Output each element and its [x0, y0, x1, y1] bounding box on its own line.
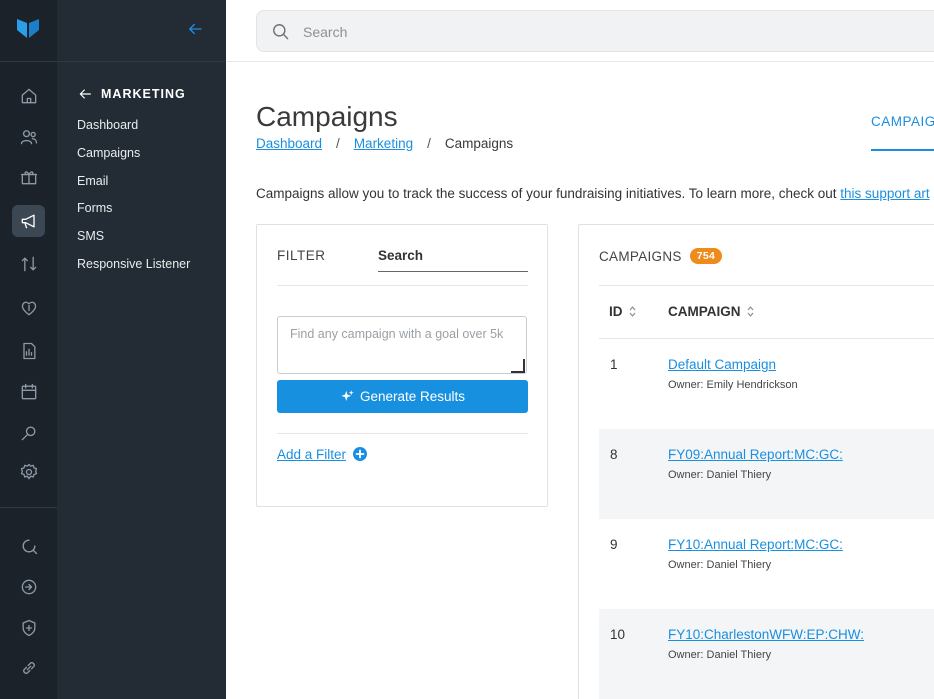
subnav-item-dashboard[interactable]: Dashboard — [77, 115, 190, 143]
icon-rail — [0, 0, 57, 699]
generate-results-button[interactable]: Generate Results — [277, 380, 528, 413]
breadcrumb-separator: / — [336, 136, 340, 151]
subnav-section-label: MARKETING — [101, 87, 186, 101]
subnav-back-marketing[interactable]: MARKETING — [77, 86, 186, 102]
tab-campaigns[interactable]: CAMPAIG — [871, 114, 934, 129]
report-icon[interactable] — [16, 338, 42, 364]
row-id: 8 — [610, 447, 618, 462]
ai-query-input[interactable] — [277, 316, 527, 374]
donation-icon[interactable] — [16, 295, 42, 321]
textarea-resize-handle[interactable] — [511, 359, 525, 373]
column-header-campaign-label: CAMPAIGN — [668, 304, 741, 319]
subnav-item-email[interactable]: Email — [77, 171, 190, 199]
subnav-item-responsive-listener[interactable]: Responsive Listener — [77, 254, 190, 282]
subnav-item-forms[interactable]: Forms — [77, 198, 190, 226]
sort-icon — [747, 306, 753, 317]
search-icon[interactable] — [16, 420, 42, 446]
campaign-link[interactable]: Default Campaign — [668, 357, 776, 372]
subnav-item-sms[interactable]: SMS — [77, 226, 190, 254]
campaign-link[interactable]: FY10:Annual Report:MC:GC: — [668, 537, 843, 552]
campaign-link[interactable]: FY09:Annual Report:MC:GC: — [668, 447, 843, 462]
app-logo-icon[interactable] — [16, 16, 40, 40]
gift-icon[interactable] — [16, 164, 42, 190]
row-id: 10 — [610, 627, 626, 642]
intro-text: Campaigns allow you to track the success… — [256, 186, 930, 201]
subnav-list: Dashboard Campaigns Email Forms SMS Resp… — [77, 115, 190, 282]
column-header-id[interactable]: ID — [609, 304, 636, 319]
people-icon[interactable] — [16, 124, 42, 150]
shield-icon[interactable] — [16, 615, 42, 641]
breadcrumb-separator: / — [427, 136, 431, 151]
campaigns-heading: CAMPAIGNS 754 — [599, 248, 723, 264]
home-icon[interactable] — [16, 83, 42, 109]
breadcrumb-dashboard[interactable]: Dashboard — [256, 136, 322, 151]
plus-circle-icon — [353, 447, 368, 461]
add-filter-label: Add a Filter — [277, 446, 347, 462]
table-row: 8 FY09:Annual Report:MC:GC: Owner: Danie… — [599, 429, 934, 519]
column-header-id-label: ID — [609, 304, 623, 319]
row-owner: Owner: Daniel Thiery — [668, 649, 772, 661]
top-bar — [226, 0, 934, 62]
campaign-link[interactable]: FY10:CharlestonWFW:EP:CHW: — [668, 627, 864, 642]
breadcrumb: Dashboard / Marketing / Campaigns — [256, 136, 513, 151]
tab-active-indicator — [871, 149, 934, 151]
row-owner: Owner: Daniel Thiery — [668, 559, 772, 571]
settings-icon[interactable] — [16, 459, 42, 485]
add-filter-button[interactable]: Add a Filter — [277, 446, 368, 462]
link-icon[interactable] — [16, 655, 42, 681]
support-article-link[interactable]: this support art — [840, 186, 929, 201]
row-id: 1 — [610, 357, 618, 372]
table-row: 9 FY10:Annual Report:MC:GC: Owner: Danie… — [599, 519, 934, 609]
row-owner: Owner: Emily Hendrickson — [668, 379, 798, 391]
column-header-campaign[interactable]: CAMPAIGN — [668, 304, 754, 319]
table-row: 10 FY10:CharlestonWFW:EP:CHW: Owner: Dan… — [599, 609, 934, 699]
search-tab[interactable]: Search — [378, 248, 528, 272]
global-search-input[interactable] — [303, 21, 903, 43]
search-icon — [273, 24, 289, 40]
row-owner: Owner: Daniel Thiery — [668, 469, 772, 481]
campaigns-panel: CAMPAIGNS 754 ID CAMPAIGN 1 Default Camp… — [578, 224, 934, 699]
subnav-item-campaigns[interactable]: Campaigns — [77, 143, 190, 171]
campaigns-label: CAMPAIGNS — [599, 248, 682, 264]
row-id: 9 — [610, 537, 618, 552]
calendar-icon[interactable] — [16, 379, 42, 405]
breadcrumb-marketing[interactable]: Marketing — [354, 136, 413, 151]
intro-text-body: Campaigns allow you to track the success… — [256, 186, 841, 201]
arrow-left-icon — [79, 89, 91, 99]
filter-tab[interactable]: FILTER — [277, 248, 326, 263]
breadcrumb-current: Campaigns — [444, 136, 514, 151]
marketing-subnav: MARKETING Dashboard Campaigns Email Form… — [57, 0, 226, 699]
page-title: Campaigns — [256, 101, 398, 132]
filter-panel: FILTER Search Generate Results Add a Fil… — [256, 224, 548, 507]
sparkle-icon — [341, 390, 354, 401]
campaigns-count-badge: 754 — [689, 248, 723, 264]
megaphone-icon[interactable] — [12, 205, 45, 237]
sort-icon — [629, 306, 635, 317]
table-row: 1 Default Campaign Owner: Emily Hendrick… — [599, 339, 934, 429]
generate-results-label: Generate Results — [359, 389, 466, 404]
sign-in-icon[interactable] — [16, 574, 42, 600]
collapse-nav-icon[interactable] — [186, 20, 204, 38]
global-search[interactable] — [256, 10, 934, 52]
search-refresh-icon[interactable] — [16, 533, 42, 559]
arrows-icon[interactable] — [16, 251, 42, 277]
